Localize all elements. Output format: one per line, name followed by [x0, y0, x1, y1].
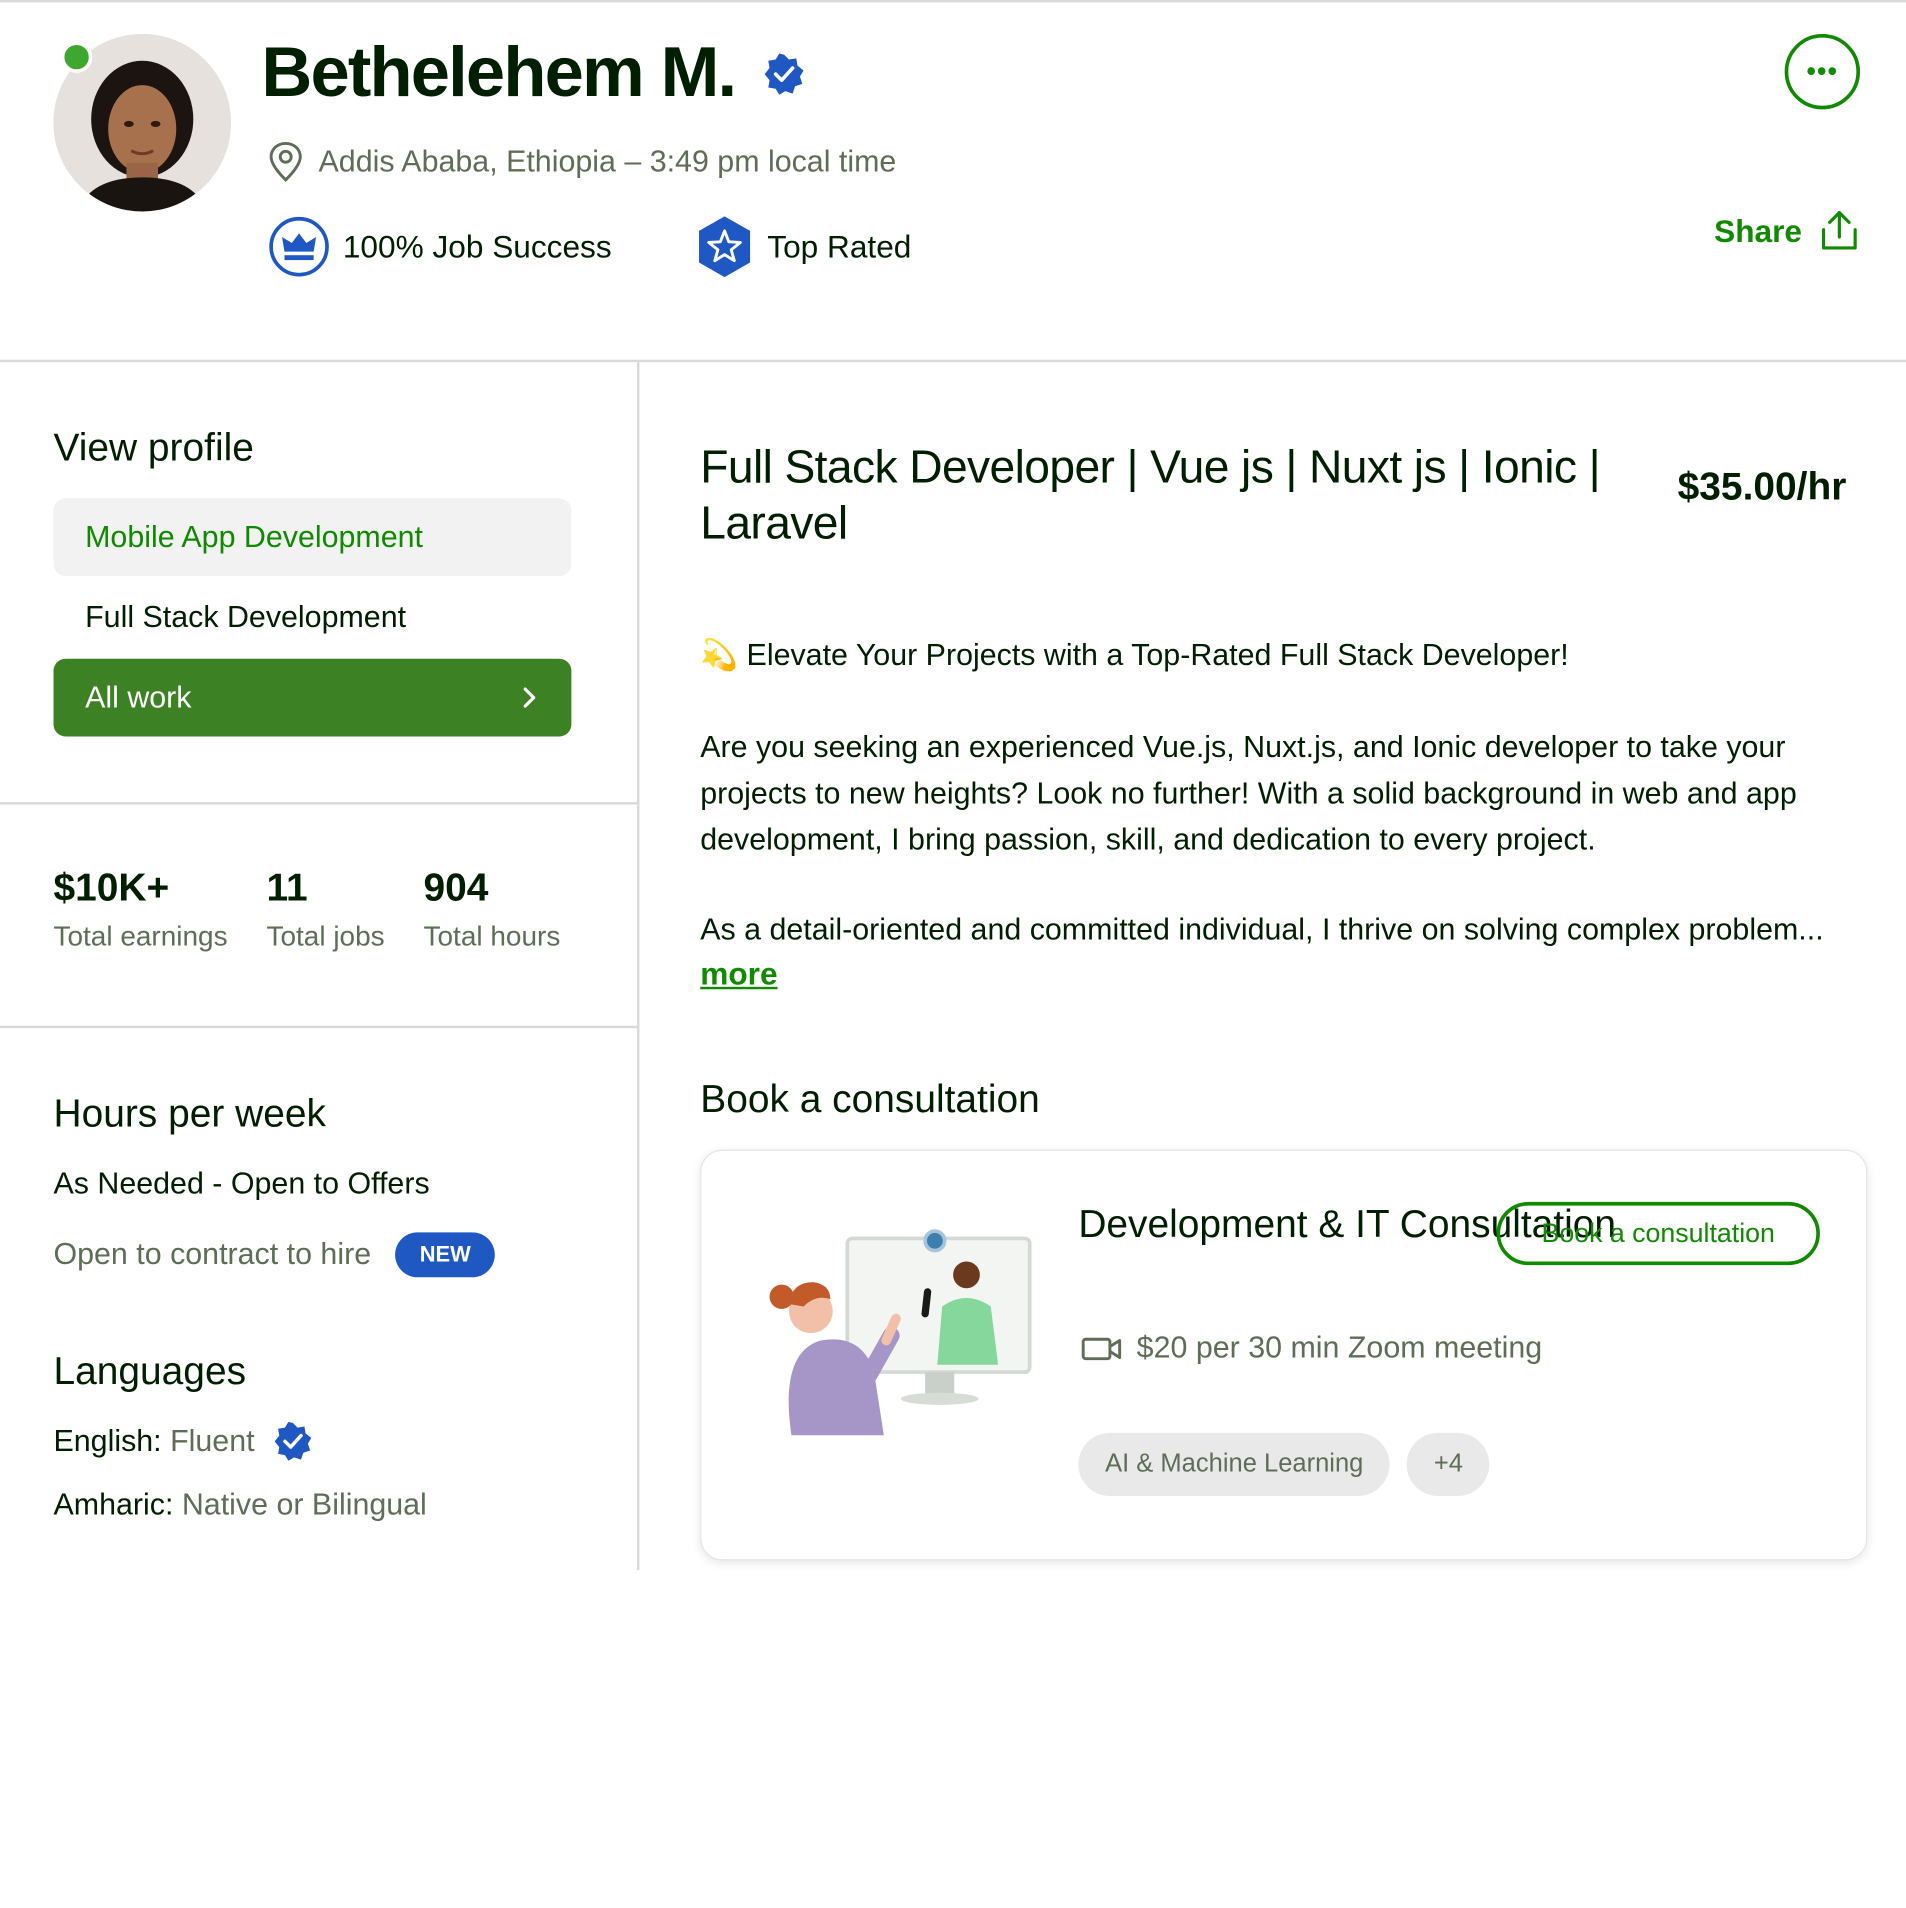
header-divider	[0, 359, 1906, 363]
language-level: Native or Bilingual	[181, 1487, 427, 1522]
stat-value: $10K+	[53, 865, 170, 910]
hourly-rate: $35.00/hr	[1677, 464, 1847, 508]
badges-row: 100% Job Success Top Rated	[267, 214, 994, 280]
sidebar-divider	[0, 802, 638, 805]
language-entry: English: Fluent	[53, 1424, 254, 1459]
location-pin-icon	[269, 141, 302, 182]
language-name: English:	[53, 1423, 162, 1458]
job-success-badge[interactable]: 100% Job Success	[267, 215, 612, 278]
consultation-price-text: $20 per 30 min Zoom meeting	[1136, 1330, 1543, 1365]
all-work-label: All work	[85, 679, 192, 714]
book-consultation-heading: Book a consultation	[700, 1076, 1040, 1121]
new-badge: NEW	[395, 1232, 496, 1278]
stat-label: Total jobs	[266, 919, 385, 952]
stats-row: $10K+ Total earnings 11 Total jobs 904 T…	[53, 865, 599, 953]
description-paragraph-1: Are you seeking an experienced Vue.js, N…	[700, 730, 1797, 857]
consultation-tags: AI & Machine Learning +4	[1078, 1432, 1490, 1497]
crown-icon	[269, 216, 329, 277]
all-work-button[interactable]: All work	[53, 658, 572, 737]
language-level: Fluent	[170, 1423, 255, 1458]
profile-item-label: Mobile App Development	[85, 519, 424, 554]
language-name: Amharic:	[53, 1487, 174, 1522]
profile-item-mobile-app[interactable]: Mobile App Development	[53, 498, 572, 577]
contract-to-hire: Open to contract to hire NEW	[53, 1232, 496, 1278]
column-divider	[637, 362, 640, 1571]
top-divider	[0, 0, 1906, 3]
job-success-text: 100% Job Success	[342, 227, 612, 265]
description-paragraph-2: As a detail-oriented and committed indiv…	[700, 912, 1824, 947]
stat-label: Total earnings	[53, 919, 228, 952]
availability-text: As Needed - Open to Offers	[53, 1166, 430, 1201]
video-camera-icon	[1081, 1337, 1122, 1360]
location-text: Addis Ababa, Ethiopia – 3:49 pm local ti…	[318, 144, 897, 179]
profile-item-full-stack[interactable]: Full Stack Development	[53, 578, 571, 656]
hours-per-week-title: Hours per week	[53, 1091, 326, 1136]
dizzy-emoji-icon: 💫	[700, 638, 739, 673]
profile-item-label: Full Stack Development	[85, 599, 407, 634]
languages-title: Languages	[53, 1348, 247, 1393]
stat-value: 11	[266, 865, 308, 910]
view-profile-title: View profile	[53, 425, 254, 470]
intro-text: Elevate Your Projects with a Top-Rated F…	[746, 638, 1569, 673]
chevron-right-icon	[523, 687, 536, 708]
profile-page: Bethelehem M. Addis Ababa, Ethiopia – 3:…	[0, 0, 1906, 1571]
more-link[interactable]: more	[700, 955, 777, 993]
top-rated-badge[interactable]: Top Rated	[694, 214, 911, 280]
location-line: Addis Ababa, Ethiopia – 3:49 pm local ti…	[267, 141, 896, 182]
profile-title: Full Stack Developer | Vue js | Nuxt js …	[700, 442, 1600, 550]
stat-total-jobs: 11 Total jobs	[266, 865, 384, 953]
top-rated-text: Top Rated	[767, 227, 912, 265]
language-entry: Amharic: Native or Bilingual	[53, 1488, 426, 1523]
share-label: Share	[1714, 212, 1802, 249]
consultation-price: $20 per 30 min Zoom meeting	[1081, 1331, 1542, 1366]
page: Bethelehem M. Addis Ababa, Ethiopia – 3:…	[0, 0, 1906, 1908]
verified-badge-icon	[275, 1421, 312, 1461]
avatar[interactable]	[53, 34, 231, 212]
language-english: English: Fluent	[53, 1421, 312, 1461]
more-options-button[interactable]: •••	[1784, 34, 1861, 110]
share-icon	[1822, 211, 1858, 250]
description-intro: 💫 Elevate Your Projects with a Top-Rated…	[700, 632, 1867, 678]
stat-total-hours: 904 Total hours	[424, 865, 561, 953]
sidebar-divider	[0, 1025, 638, 1029]
language-amharic: Amharic: Native or Bilingual	[53, 1488, 426, 1523]
stat-value: 904	[423, 865, 489, 910]
stat-total-earnings: $10K+ Total earnings	[53, 865, 227, 953]
top-rated-star-icon	[699, 216, 751, 278]
consultation-card: Development & IT Consultation Book a con…	[700, 1149, 1868, 1561]
skill-tag[interactable]: AI & Machine Learning	[1078, 1432, 1391, 1497]
profile-name: Bethelehem M.	[261, 32, 737, 112]
contract-to-hire-text: Open to contract to hire	[53, 1237, 372, 1272]
video-call-illustration	[769, 1229, 1032, 1436]
share-button[interactable]: Share	[1714, 209, 1860, 253]
stat-label: Total hours	[423, 919, 561, 952]
verified-badge-icon	[764, 53, 804, 95]
online-status-dot	[60, 41, 93, 73]
more-tags-count[interactable]: +4	[1407, 1432, 1490, 1497]
book-consultation-button[interactable]: Book a consultation	[1496, 1201, 1820, 1266]
